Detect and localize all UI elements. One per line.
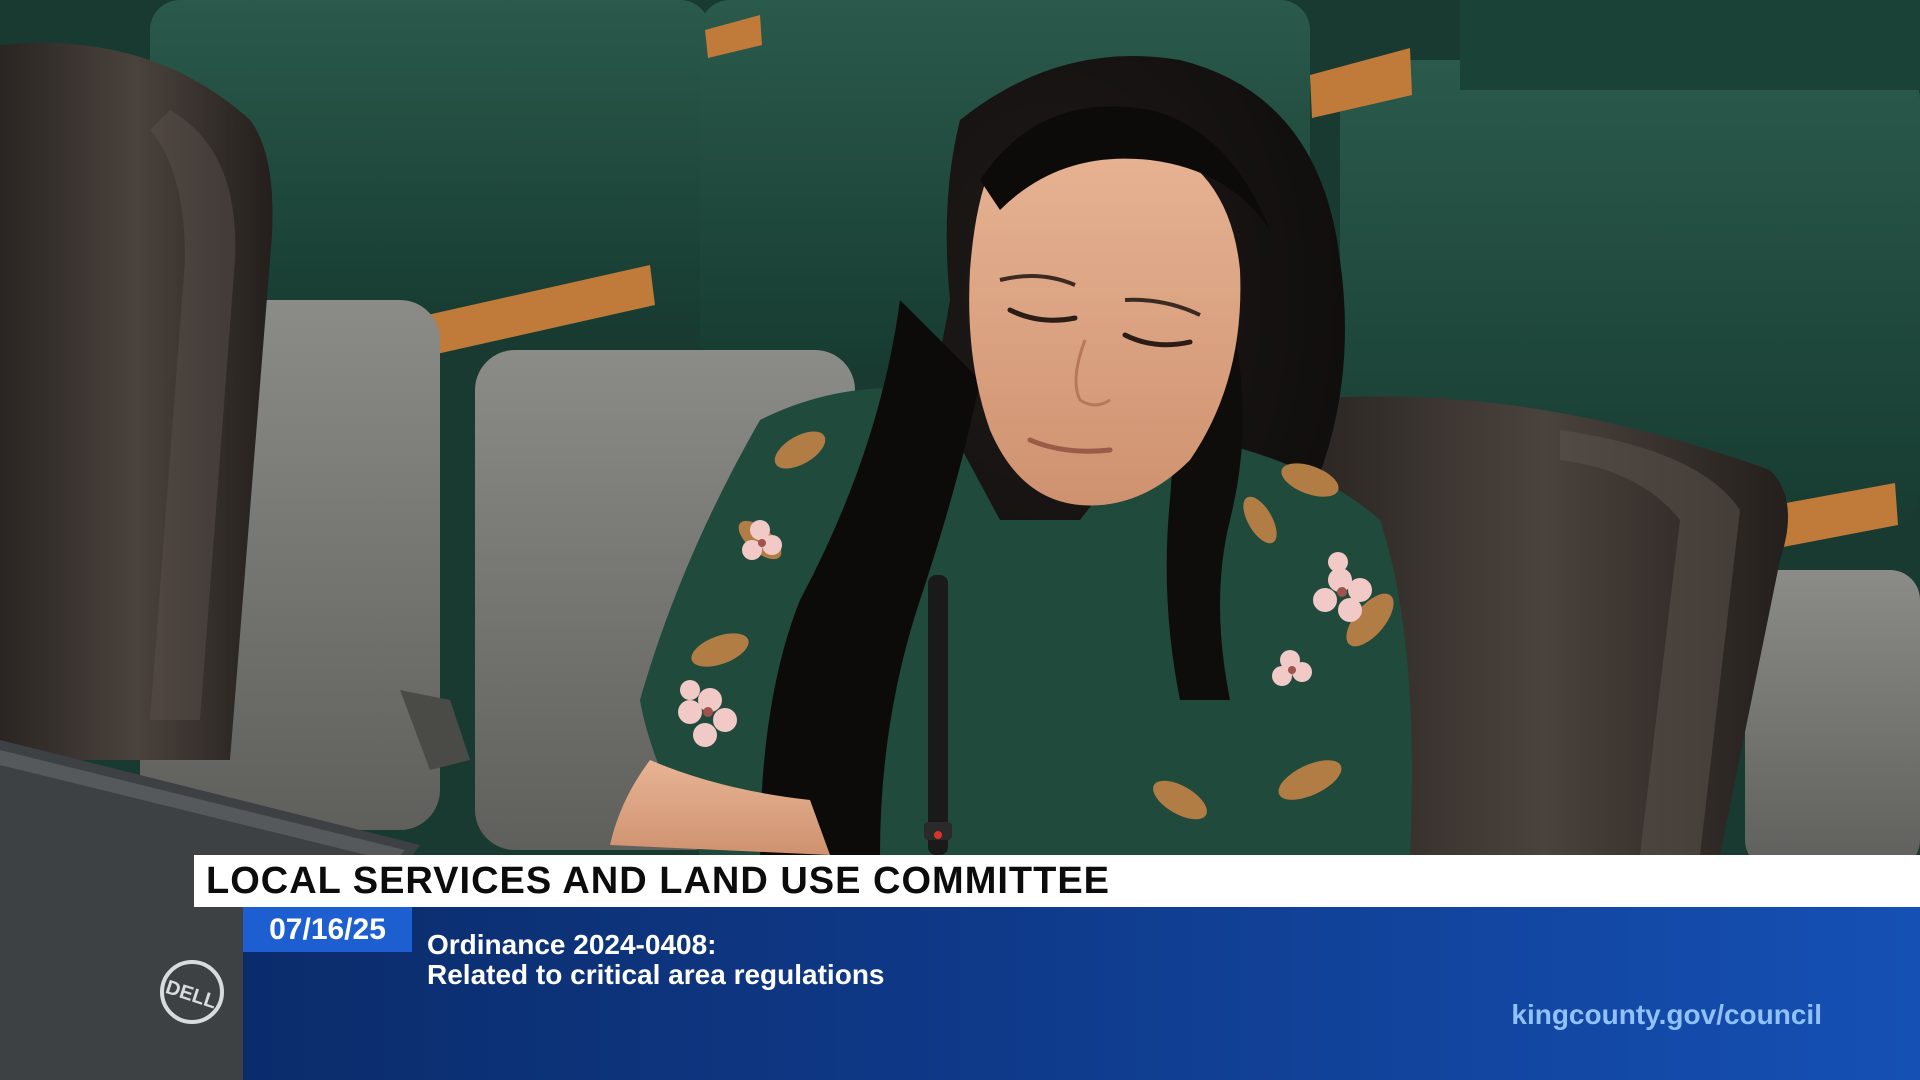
seat-grey (1745, 570, 1920, 870)
microphone (928, 575, 948, 855)
seat-back-green (1460, 0, 1920, 90)
date-badge: 07/16/25 (243, 907, 412, 952)
committee-bar: LOCAL SERVICES AND LAND USE COMMITTEE (194, 855, 1920, 907)
meeting-date: 07/16/25 (269, 912, 386, 946)
committee-title: LOCAL SERVICES AND LAND USE COMMITTEE (206, 859, 1111, 902)
ordinance-description: Related to critical area regulations (427, 959, 885, 990)
ordinance-info: Ordinance 2024-0408: Related to critical… (427, 930, 885, 990)
website-url: kingcounty.gov/council (1511, 999, 1822, 1030)
ordinance-number: Ordinance 2024-0408: (427, 929, 717, 960)
video-frame: DELL LOCAL SERVICES AND LAND USE COMMITT… (0, 0, 1920, 1080)
leather-chair (0, 42, 273, 761)
